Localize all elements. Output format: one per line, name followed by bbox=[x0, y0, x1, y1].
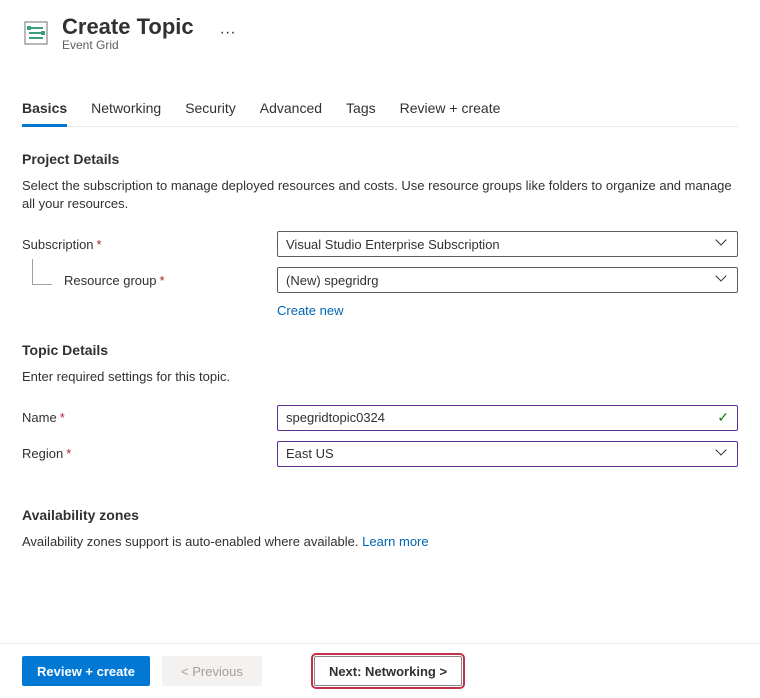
region-select[interactable]: East US bbox=[277, 441, 738, 467]
page-title: Create Topic bbox=[62, 14, 194, 40]
chevron-down-icon bbox=[717, 448, 729, 460]
topic-details-heading: Topic Details bbox=[22, 342, 738, 358]
resource-group-label: Resource group* bbox=[22, 273, 277, 288]
subscription-select[interactable]: Visual Studio Enterprise Subscription bbox=[277, 231, 738, 257]
name-label: Name* bbox=[22, 410, 277, 425]
event-grid-icon bbox=[22, 19, 50, 47]
topic-name-input[interactable] bbox=[286, 410, 717, 425]
subscription-label: Subscription* bbox=[22, 237, 277, 252]
footer-actions: Review + create < Previous Next: Network… bbox=[0, 643, 760, 698]
topic-details-desc: Enter required settings for this topic. bbox=[22, 368, 738, 386]
more-actions-button[interactable]: ··· bbox=[214, 22, 242, 44]
chevron-down-icon bbox=[717, 274, 729, 286]
tab-tags[interactable]: Tags bbox=[346, 92, 376, 126]
tab-advanced[interactable]: Advanced bbox=[260, 92, 322, 126]
page-subtitle: Event Grid bbox=[62, 38, 194, 52]
az-learn-more-link[interactable]: Learn more bbox=[362, 534, 428, 549]
tabs: Basics Networking Security Advanced Tags… bbox=[22, 92, 738, 127]
region-label: Region* bbox=[22, 446, 277, 461]
page-header: Create Topic Event Grid ··· bbox=[22, 14, 738, 52]
check-icon: ✓ bbox=[717, 409, 729, 426]
review-create-button[interactable]: Review + create bbox=[22, 656, 150, 686]
topic-name-input-wrapper: ✓ bbox=[277, 405, 738, 431]
region-value: East US bbox=[286, 446, 334, 461]
create-new-rg-link[interactable]: Create new bbox=[277, 303, 343, 318]
tab-review-create[interactable]: Review + create bbox=[400, 92, 501, 126]
tab-networking[interactable]: Networking bbox=[91, 92, 161, 126]
chevron-down-icon bbox=[717, 238, 729, 250]
resource-group-select[interactable]: (New) spegridrg bbox=[277, 267, 738, 293]
availability-zones-heading: Availability zones bbox=[22, 507, 738, 523]
tab-security[interactable]: Security bbox=[185, 92, 236, 126]
subscription-value: Visual Studio Enterprise Subscription bbox=[286, 237, 500, 252]
resource-group-value: (New) spegridrg bbox=[286, 273, 378, 288]
tab-basics[interactable]: Basics bbox=[22, 92, 67, 126]
project-details-desc: Select the subscription to manage deploy… bbox=[22, 177, 738, 213]
next-button[interactable]: Next: Networking > bbox=[314, 656, 462, 686]
availability-zones-desc: Availability zones support is auto-enabl… bbox=[22, 533, 738, 551]
previous-button: < Previous bbox=[162, 656, 262, 686]
project-details-heading: Project Details bbox=[22, 151, 738, 167]
